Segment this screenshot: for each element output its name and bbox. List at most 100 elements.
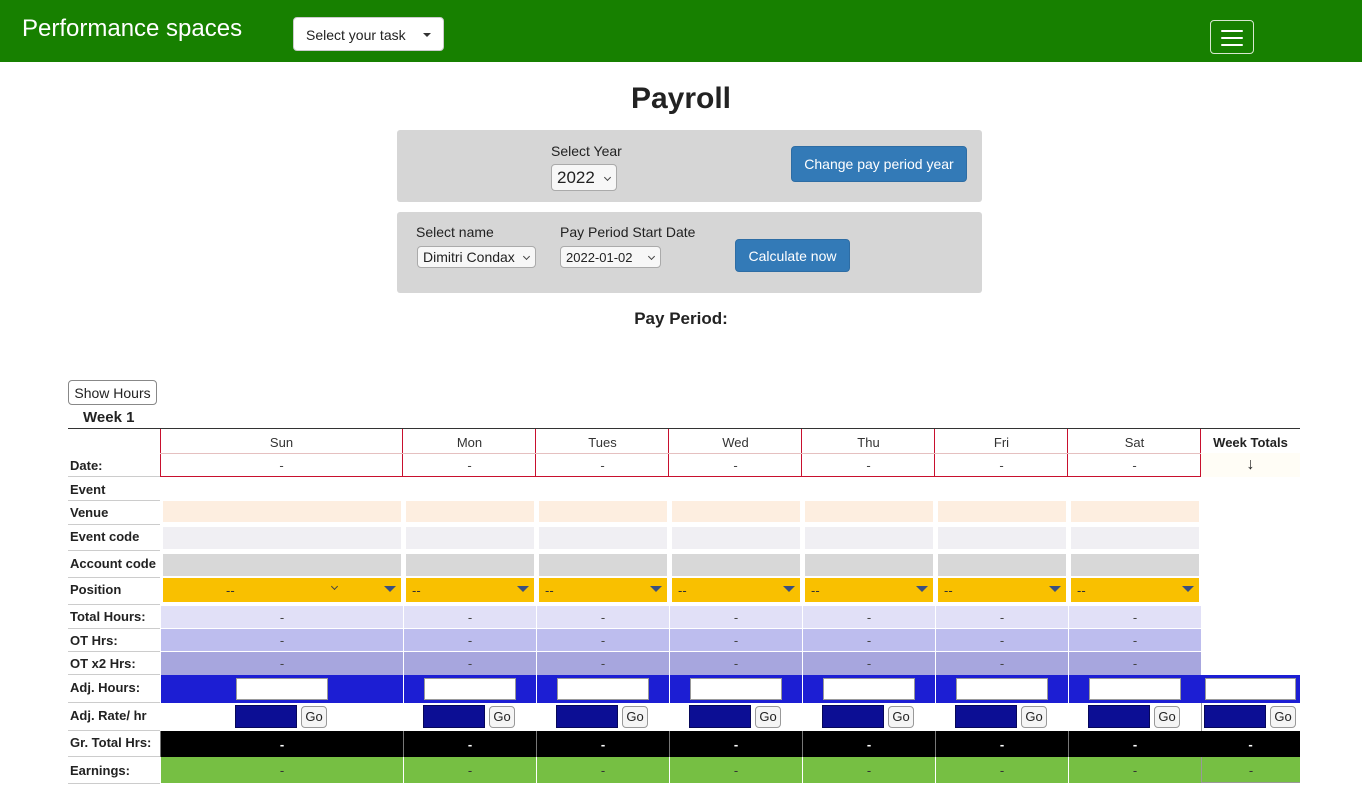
date-value: - (999, 458, 1004, 473)
adj-rate-input[interactable] (1088, 705, 1150, 728)
event-code-cell[interactable] (539, 527, 667, 549)
event-code-cell[interactable] (406, 527, 534, 549)
row-label-event-code: Event code (70, 529, 140, 544)
position-select[interactable]: -- (163, 578, 401, 602)
gr-total-cell: - (802, 731, 935, 757)
total-hours-cell: - (935, 606, 1068, 628)
hamburger-icon-bar (1221, 37, 1243, 39)
venue-cell[interactable] (672, 501, 800, 522)
go-button[interactable]: Go (1021, 706, 1047, 728)
position-select[interactable]: -- (805, 578, 933, 602)
triangle-down-icon (517, 586, 529, 592)
row-divider (68, 756, 160, 757)
earnings-cell: - (1068, 757, 1201, 783)
go-button[interactable]: Go (1154, 706, 1180, 728)
venue-cell[interactable] (938, 501, 1066, 522)
adj-rate-input[interactable] (689, 705, 751, 728)
triangle-down-icon (1049, 586, 1061, 592)
account-code-cell[interactable] (406, 554, 534, 576)
week-total-go-button[interactable]: Go (1270, 706, 1296, 728)
adj-hours-input[interactable] (1089, 678, 1181, 700)
adj-hours-input[interactable] (690, 678, 782, 700)
venue-cell[interactable] (406, 501, 534, 522)
chevron-down-icon (647, 252, 656, 261)
account-code-cell[interactable] (539, 554, 667, 576)
event-code-cell[interactable] (1071, 527, 1199, 549)
account-code-cell[interactable] (163, 554, 401, 576)
earnings-cell: - (160, 757, 403, 783)
adj-rate-input[interactable] (556, 705, 618, 728)
row-label-ot-x2-hrs: OT x2 Hrs: (70, 656, 136, 671)
week-total-divider (1201, 703, 1202, 731)
event-code-cell[interactable] (938, 527, 1066, 549)
gr-total-cell: - (403, 731, 536, 757)
go-button[interactable]: Go (755, 706, 781, 728)
account-code-cell[interactable] (672, 554, 800, 576)
go-button[interactable]: Go (888, 706, 914, 728)
position-select[interactable]: -- (406, 578, 534, 602)
chevron-down-icon (603, 173, 612, 181)
position-select[interactable]: -- (1071, 578, 1199, 602)
position-select[interactable]: -- (672, 578, 800, 602)
hamburger-menu-button[interactable] (1210, 20, 1254, 54)
chevron-down-icon (330, 582, 339, 591)
event-code-cell[interactable] (163, 527, 401, 549)
week-total-adj-rate-input[interactable] (1204, 705, 1266, 728)
total-hours-cell: - (802, 606, 935, 628)
event-code-cell[interactable] (805, 527, 933, 549)
change-year-button[interactable]: Change pay period year (791, 146, 967, 182)
start-date-label: Pay Period Start Date (560, 224, 696, 240)
row-divider (68, 730, 160, 731)
row-label-adj-rate: Adj. Rate/ hr (70, 708, 147, 723)
gr-total-cell: - (536, 731, 669, 757)
venue-cell[interactable] (539, 501, 667, 522)
go-button[interactable]: Go (489, 706, 515, 728)
account-code-cell[interactable] (938, 554, 1066, 576)
account-code-cell[interactable] (1071, 554, 1199, 576)
adj-rate-input[interactable] (235, 705, 297, 728)
gr-total-cell: - (669, 731, 802, 757)
day-header: Wed (722, 435, 749, 450)
down-arrow-icon: ↓ (1201, 453, 1300, 477)
name-select[interactable]: Dimitri Condax (417, 246, 536, 268)
adj-rate-input[interactable] (822, 705, 884, 728)
date-divider (935, 453, 1068, 454)
adj-hours-input[interactable] (823, 678, 915, 700)
go-button[interactable]: Go (622, 706, 648, 728)
adj-rate-input[interactable] (955, 705, 1017, 728)
ot-hrs-cell: - (536, 629, 669, 651)
start-date-select[interactable]: 2022-01-02 (560, 246, 661, 268)
row-label-total-hours: Total Hours: (70, 609, 146, 624)
venue-cell[interactable] (163, 501, 401, 522)
task-select-dropdown[interactable]: Select your task (293, 17, 444, 51)
adj-hours-input[interactable] (557, 678, 649, 700)
brand-title[interactable]: Performance spaces (22, 15, 242, 43)
row-label-event: Event (70, 482, 106, 497)
week-total-earnings: - (1201, 757, 1300, 783)
event-code-cell[interactable] (672, 527, 800, 549)
gr-total-cell: - (935, 731, 1068, 757)
position-select-value: -- (811, 583, 820, 598)
show-hours-button[interactable]: Show Hours (68, 380, 157, 405)
account-code-cell[interactable] (805, 554, 933, 576)
hamburger-icon (1221, 30, 1243, 32)
week-total-adj-hours-input[interactable] (1205, 678, 1296, 700)
ot-hrs-cell: - (802, 629, 935, 651)
adj-hours-input[interactable] (956, 678, 1048, 700)
ot-hrs-cell: - (669, 629, 802, 651)
row-label-position: Position (70, 582, 122, 597)
calculate-button[interactable]: Calculate now (735, 239, 850, 272)
total-hours-cell: - (403, 606, 536, 628)
row-label-adj-hours: Adj. Hours: (70, 680, 141, 695)
adj-hours-input[interactable] (236, 678, 328, 700)
go-button[interactable]: Go (301, 706, 327, 728)
adj-hours-input[interactable] (424, 678, 516, 700)
row-label-gr-total: Gr. Total Hrs: (70, 735, 152, 750)
date-divider (536, 453, 669, 454)
position-select[interactable]: -- (938, 578, 1066, 602)
adj-rate-input[interactable] (423, 705, 485, 728)
position-select[interactable]: -- (539, 578, 667, 602)
year-select[interactable]: 2022 (551, 164, 617, 191)
venue-cell[interactable] (1071, 501, 1199, 522)
venue-cell[interactable] (805, 501, 933, 522)
